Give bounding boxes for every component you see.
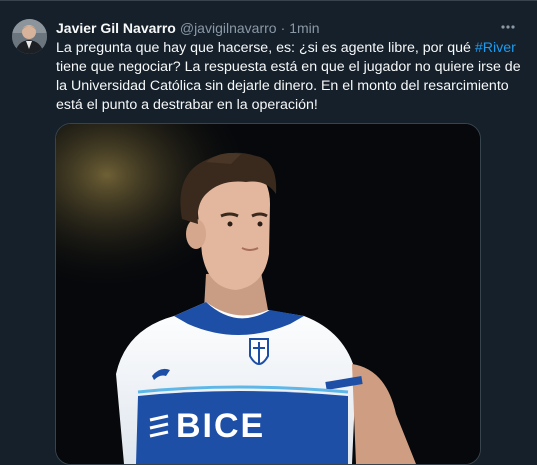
separator-dot: · — [280, 20, 286, 36]
author-handle[interactable]: @javigilnavarro — [180, 20, 277, 36]
avatar[interactable] — [12, 19, 47, 54]
hashtag-link[interactable]: #River — [475, 40, 516, 56]
jersey-sponsor-text: BICE — [176, 407, 266, 445]
tweet-text-before: La pregunta que hay que hacerse, es: ¿si… — [56, 40, 475, 56]
tweet-header: Javier Gil Navarro @javigilnavarro · 1mi… — [56, 18, 320, 38]
tweet-media-image[interactable]: BICE — [55, 123, 481, 465]
author-name[interactable]: Javier Gil Navarro — [56, 20, 176, 36]
tweet-timestamp[interactable]: 1min — [289, 20, 319, 36]
tweet-card[interactable]: Javier Gil Navarro @javigilnavarro · 1mi… — [0, 0, 537, 465]
more-horizontal-icon[interactable] — [497, 17, 519, 37]
tweet-text-after: tiene que negociar? La respuesta está en… — [56, 59, 521, 113]
tweet-text: La pregunta que hay que hacerse, es: ¿si… — [56, 39, 524, 115]
